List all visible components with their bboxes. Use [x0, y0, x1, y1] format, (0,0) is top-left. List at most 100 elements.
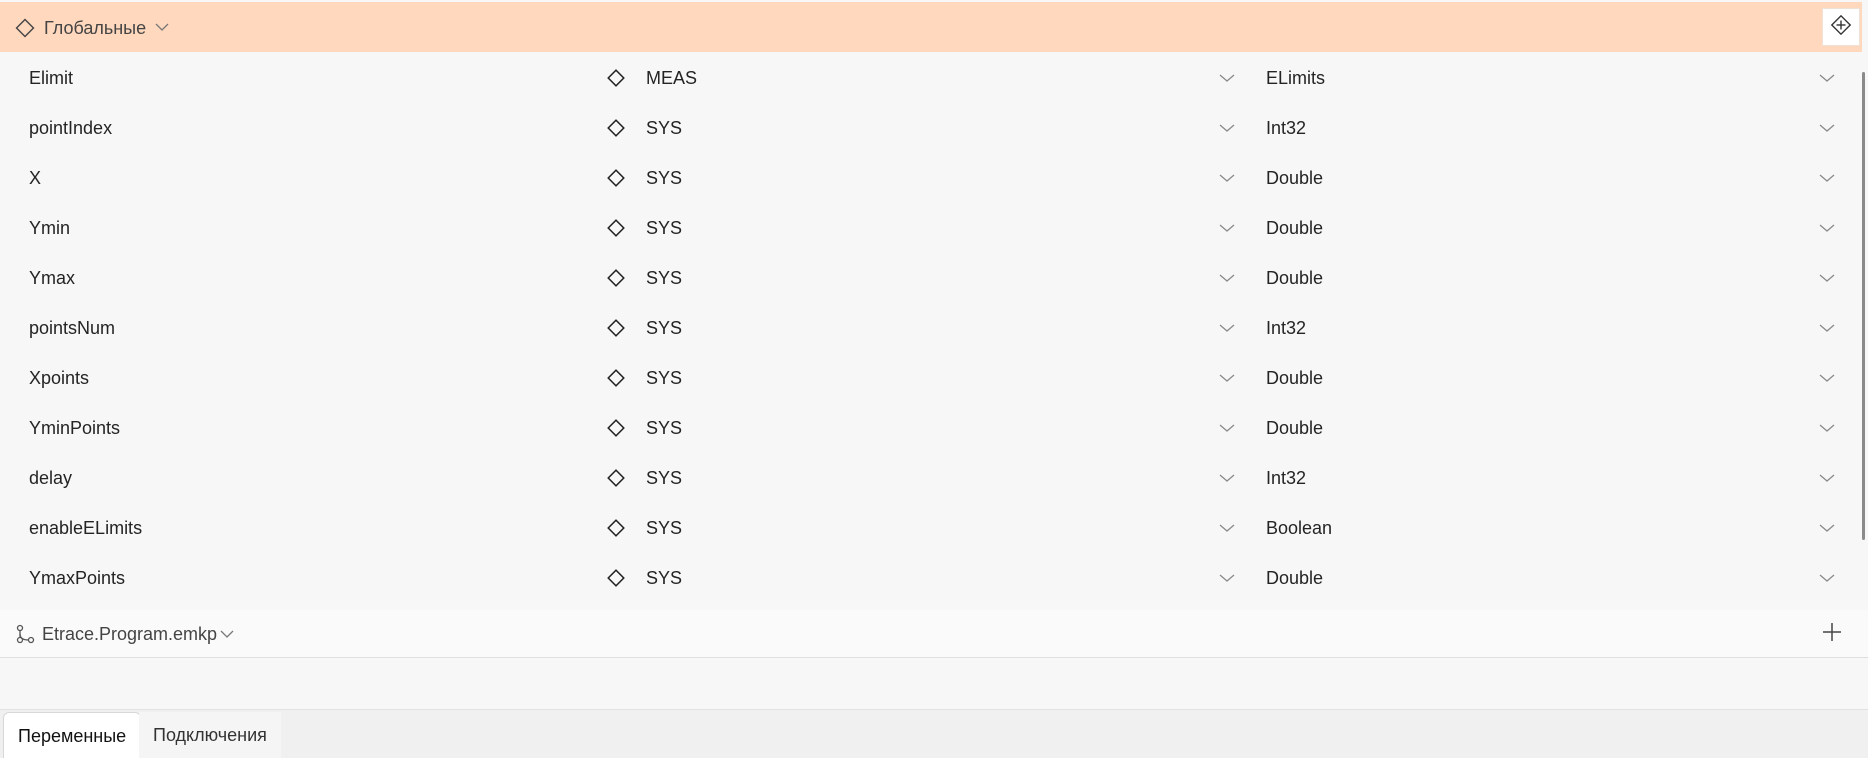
chevron-down-icon — [1818, 571, 1836, 585]
type-value: ELimits — [1266, 68, 1326, 88]
chevron-down-icon — [1818, 521, 1836, 535]
chevron-down-icon — [1818, 71, 1836, 85]
scope-dropdown[interactable]: SYS — [640, 154, 1240, 204]
program-section-label: Etrace.Program.emkp — [42, 624, 218, 644]
chevron-down-icon — [1818, 121, 1836, 135]
scope-dropdown[interactable]: MEAS — [640, 54, 1240, 104]
variable-row[interactable]: delay SYS Int32 — [0, 454, 1862, 504]
branch-icon — [14, 623, 36, 645]
scope-value: SYS — [646, 318, 683, 338]
type-value: Boolean — [1266, 518, 1333, 538]
variable-row[interactable]: YmaxPoints SYS Double — [0, 554, 1862, 604]
type-dropdown[interactable]: Double — [1260, 404, 1850, 454]
chevron-down-icon — [1218, 271, 1236, 285]
variable-row[interactable]: Elimit MEAS ELimits — [0, 54, 1862, 104]
type-value: Int32 — [1266, 118, 1307, 138]
variable-row[interactable]: Xpoints SYS Double — [0, 354, 1862, 404]
variable-row[interactable]: enableELimits SYS Boolean — [0, 504, 1862, 554]
variable-name[interactable]: Elimit — [29, 68, 73, 89]
type-value: Double — [1266, 568, 1324, 588]
program-section-header[interactable]: Etrace.Program.emkp — [0, 610, 1868, 658]
type-dropdown[interactable]: ELimits — [1260, 54, 1850, 104]
scope-value: SYS — [646, 468, 683, 488]
scope-dropdown[interactable]: SYS — [640, 354, 1240, 404]
chevron-down-icon[interactable] — [219, 626, 235, 642]
scope-dropdown[interactable]: SYS — [640, 554, 1240, 604]
scope-dropdown[interactable]: SYS — [640, 404, 1240, 454]
scope-dropdown[interactable]: SYS — [640, 454, 1240, 504]
chevron-down-icon — [1218, 71, 1236, 85]
variable-name[interactable]: enableELimits — [29, 518, 142, 539]
chevron-down-icon — [1218, 521, 1236, 535]
type-dropdown[interactable]: Int32 — [1260, 104, 1850, 154]
variable-row[interactable]: pointIndex SYS Int32 — [0, 104, 1862, 154]
type-dropdown[interactable]: Double — [1260, 154, 1850, 204]
chevron-down-icon — [1218, 171, 1236, 185]
variable-name[interactable]: pointIndex — [29, 118, 112, 139]
variable-name[interactable]: Xpoints — [29, 368, 89, 389]
scope-value: MEAS — [646, 68, 698, 88]
tab-connections[interactable]: Подключения — [139, 712, 281, 758]
chevron-down-icon[interactable] — [154, 19, 170, 35]
tab-variables[interactable]: Переменные — [3, 712, 142, 758]
diamond-icon — [606, 118, 626, 138]
plus-icon — [1821, 621, 1843, 648]
variable-name[interactable]: Ymin — [29, 218, 70, 239]
type-value: Double — [1266, 168, 1324, 188]
variables-panel: Глобальные Elimit MEAS ELimits pointIndex SY… — [0, 0, 1868, 758]
scope-dropdown[interactable]: SYS — [640, 254, 1240, 304]
scope-dropdown[interactable]: SYS — [640, 504, 1240, 554]
chevron-down-icon — [1818, 221, 1836, 235]
chevron-down-icon — [1818, 171, 1836, 185]
vertical-scrollbar[interactable] — [1862, 72, 1865, 540]
variable-name[interactable]: YminPoints — [29, 418, 120, 439]
scope-value: SYS — [646, 268, 683, 288]
variable-row[interactable]: pointsNum SYS Int32 — [0, 304, 1862, 354]
variable-row[interactable]: Ymax SYS Double — [0, 254, 1862, 304]
chevron-down-icon — [1218, 371, 1236, 385]
scope-dropdown[interactable]: SYS — [640, 204, 1240, 254]
type-value: Int32 — [1266, 468, 1307, 488]
variable-row[interactable]: Ymin SYS Double — [0, 204, 1862, 254]
scope-value: SYS — [646, 418, 683, 438]
chevron-down-icon — [1218, 121, 1236, 135]
diamond-icon — [606, 168, 626, 188]
diamond-icon — [14, 17, 36, 39]
globals-section-header[interactable]: Глобальные — [0, 2, 1862, 52]
chevron-down-icon — [1218, 571, 1236, 585]
chevron-down-icon — [1818, 471, 1836, 485]
type-dropdown[interactable]: Double — [1260, 554, 1850, 604]
type-dropdown[interactable]: Double — [1260, 254, 1850, 304]
chevron-down-icon — [1818, 371, 1836, 385]
type-dropdown[interactable]: Double — [1260, 354, 1850, 404]
chevron-down-icon — [1818, 271, 1836, 285]
variable-name[interactable]: Ymax — [29, 268, 75, 289]
type-value: Double — [1266, 268, 1324, 288]
variable-name[interactable]: YmaxPoints — [29, 568, 125, 589]
diamond-icon — [606, 68, 626, 88]
add-global-variable-button[interactable] — [1822, 8, 1860, 46]
type-value: Double — [1266, 418, 1324, 438]
type-dropdown[interactable]: Int32 — [1260, 454, 1850, 504]
variable-row[interactable]: YminPoints SYS Double — [0, 404, 1862, 454]
diamond-icon — [606, 468, 626, 488]
type-dropdown[interactable]: Boolean — [1260, 504, 1850, 554]
chevron-down-icon — [1818, 321, 1836, 335]
variable-row[interactable]: X SYS Double — [0, 154, 1862, 204]
type-dropdown[interactable]: Int32 — [1260, 304, 1850, 354]
scope-value: SYS — [646, 518, 683, 538]
diamond-icon — [606, 568, 626, 588]
scope-value: SYS — [646, 568, 683, 588]
add-program-variable-button[interactable] — [1818, 620, 1846, 648]
type-value: Double — [1266, 218, 1324, 238]
chevron-down-icon — [1218, 321, 1236, 335]
scope-value: SYS — [646, 168, 683, 188]
type-dropdown[interactable]: Double — [1260, 204, 1850, 254]
chevron-down-icon — [1218, 421, 1236, 435]
diamond-icon — [606, 218, 626, 238]
scope-dropdown[interactable]: SYS — [640, 104, 1240, 154]
variable-name[interactable]: delay — [29, 468, 72, 489]
scope-dropdown[interactable]: SYS — [640, 304, 1240, 354]
variable-name[interactable]: X — [29, 168, 41, 189]
variable-name[interactable]: pointsNum — [29, 318, 115, 339]
